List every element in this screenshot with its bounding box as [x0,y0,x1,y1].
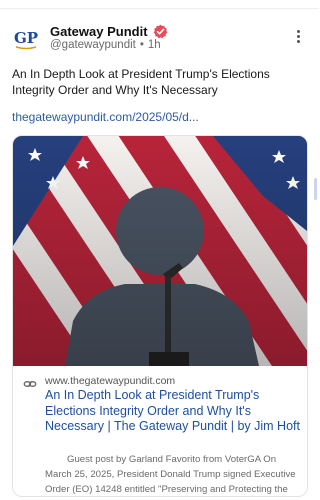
meta-separator: • [139,39,144,51]
gateway-pundit-avatar[interactable]: GP [12,26,40,50]
post-link[interactable]: thegatewaypundit.com/2025/05/d... [12,110,199,124]
link-preview-card[interactable]: www.thegatewaypundit.com An In Depth Loo… [12,135,308,497]
post-time[interactable]: 1h [148,39,161,51]
card-title[interactable]: An In Depth Look at President Trump's El… [45,388,303,435]
post-author: Gateway Pundit [50,22,168,40]
link-icon [23,381,37,387]
post-text: An In Depth Look at President Trump's El… [12,67,270,97]
more-vertical-icon [296,30,300,33]
scrollbar-thumb[interactable] [314,178,317,200]
card-image[interactable] [13,136,307,366]
post-meta: @gatewaypundit • 1h [50,39,161,51]
card-domain: www.thegatewaypundit.com [45,375,176,387]
verified-badge-icon [153,24,167,38]
author-handle[interactable]: @gatewaypundit [50,39,136,51]
avatar-logo-text: GP [14,29,38,47]
card-description: Guest post by Garland Favorito from Vote… [45,454,296,495]
top-divider [0,8,319,9]
author-name[interactable]: Gateway Pundit [50,24,148,39]
more-options-button[interactable] [290,28,306,48]
